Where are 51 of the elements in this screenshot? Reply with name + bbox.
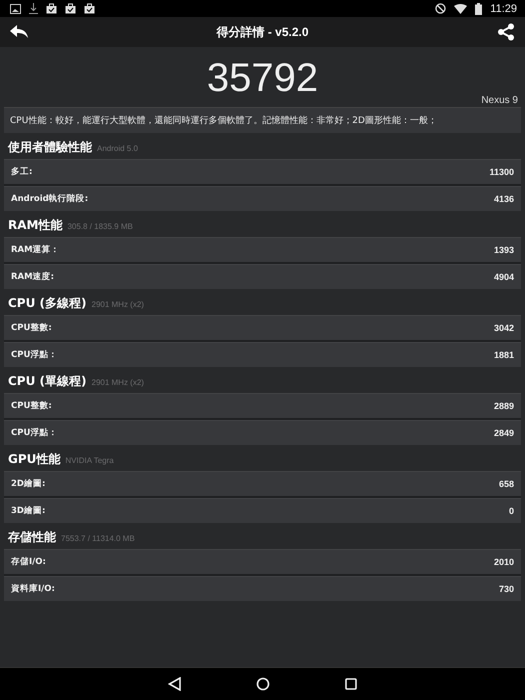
section-subtitle: 2901 MHz (x2) [92,300,144,309]
row-value: 2849 [494,428,514,438]
row-value: 0 [508,506,514,516]
row-label: CPU浮點： [11,349,58,361]
section-title: CPU (多線程) [8,295,86,312]
row-label: CPU整數: [11,322,52,334]
row-value: 1881 [494,350,514,360]
section-title: RAM性能 [8,217,62,234]
row-label: RAM速度: [11,271,54,283]
bag-icon [84,3,95,14]
back-nav-button[interactable] [166,675,184,693]
row-value: 658 [498,479,514,489]
row-value: 2010 [494,557,514,567]
wifi-icon [454,4,468,14]
summary-text: CPU性能：較好，能運行大型軟體，還能同時運行多個軟體了。記憶體性能：非常好；2D圖形性能：一般； [4,107,521,133]
home-button[interactable] [254,675,272,693]
row-label: 3D繪圖: [11,505,46,517]
row-label: RAM運算： [11,244,60,256]
bag-icon [65,3,76,14]
image-icon [10,4,21,14]
row-value: 11300 [489,167,514,177]
screen-title: 得分詳情 - v5.2.0 [216,24,309,40]
row-value: 730 [498,584,514,594]
row-value: 4136 [494,194,514,204]
section-subtitle: 7553.7 / 11314.0 MB [61,534,135,543]
clock-text: 11:29 [490,2,517,14]
section-title: CPU (單線程) [8,373,86,390]
score-text: 35792 [206,56,318,100]
section-title: 存儲性能 [8,529,56,546]
row-label: 多工: [11,166,32,178]
device-name: Nexus 9 [481,95,518,106]
row-value: 1393 [494,245,514,255]
row-label: 存儲I/O: [11,556,46,568]
section-subtitle: 2901 MHz (x2) [92,378,144,387]
row-label: 2D繪圖: [11,478,46,490]
section-subtitle: Android 5.0 [97,144,138,153]
row-label: Android執行階段: [11,193,88,205]
section-title: GPU性能 [8,451,60,468]
row-label: CPU浮點： [11,427,58,439]
section-title: 使用者體驗性能 [8,139,92,156]
row-value: 4904 [494,272,514,282]
do-not-disturb-icon [435,3,446,14]
download-icon [29,3,38,14]
battery-icon [475,2,482,14]
section-subtitle: NVIDIA Tegra [65,456,114,465]
row-label: 資料庫I/O: [11,583,55,595]
row-value: 3042 [494,323,514,333]
row-value: 2889 [494,401,514,411]
section-subtitle: 305.8 / 1835.9 MB [67,222,133,231]
row-label: CPU整數: [11,400,52,412]
bag-icon [46,3,57,14]
